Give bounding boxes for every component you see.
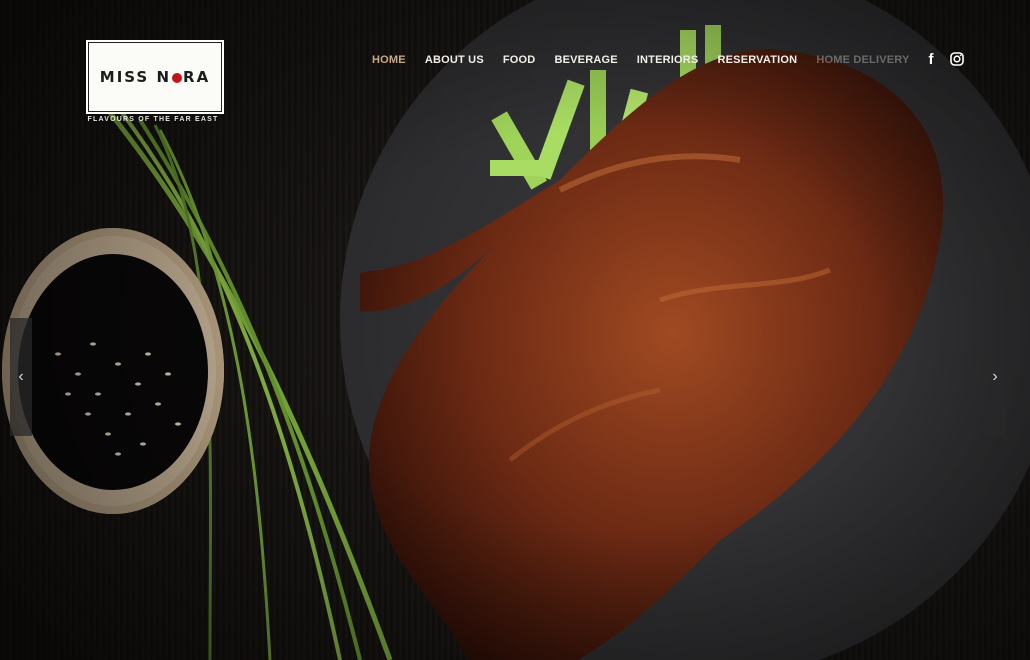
chevron-right-icon: › bbox=[992, 368, 998, 385]
facebook-icon[interactable]: f bbox=[924, 51, 938, 68]
slider-prev-button[interactable]: ‹ bbox=[10, 318, 32, 436]
main-nav: HOME ABOUT US FOOD BEVERAGE INTERIORS RE… bbox=[372, 54, 910, 66]
nav-item-food[interactable]: FOOD bbox=[503, 54, 536, 66]
nav-item-about-us[interactable]: ABOUT US bbox=[425, 54, 484, 66]
chevron-left-icon: ‹ bbox=[18, 368, 24, 385]
nav-item-interiors[interactable]: INTERIORS bbox=[637, 54, 699, 66]
red-dot-icon bbox=[172, 72, 183, 83]
nav-item-home[interactable]: HOME bbox=[372, 54, 406, 66]
slider-next-button[interactable]: › bbox=[984, 318, 1006, 436]
brand-tagline: FLAVOURS OF THE FAR EAST bbox=[87, 116, 219, 123]
brand-logo[interactable]: MISS N RA bbox=[86, 40, 224, 114]
social-links: f bbox=[924, 51, 964, 68]
logo-text: MISS N RA bbox=[99, 68, 211, 86]
nav-item-reservation[interactable]: RESERVATION bbox=[717, 54, 797, 66]
instagram-icon[interactable] bbox=[950, 52, 964, 66]
nav-item-beverage[interactable]: BEVERAGE bbox=[554, 54, 617, 66]
nav-item-home-delivery[interactable]: HOME DELIVERY bbox=[816, 54, 909, 66]
